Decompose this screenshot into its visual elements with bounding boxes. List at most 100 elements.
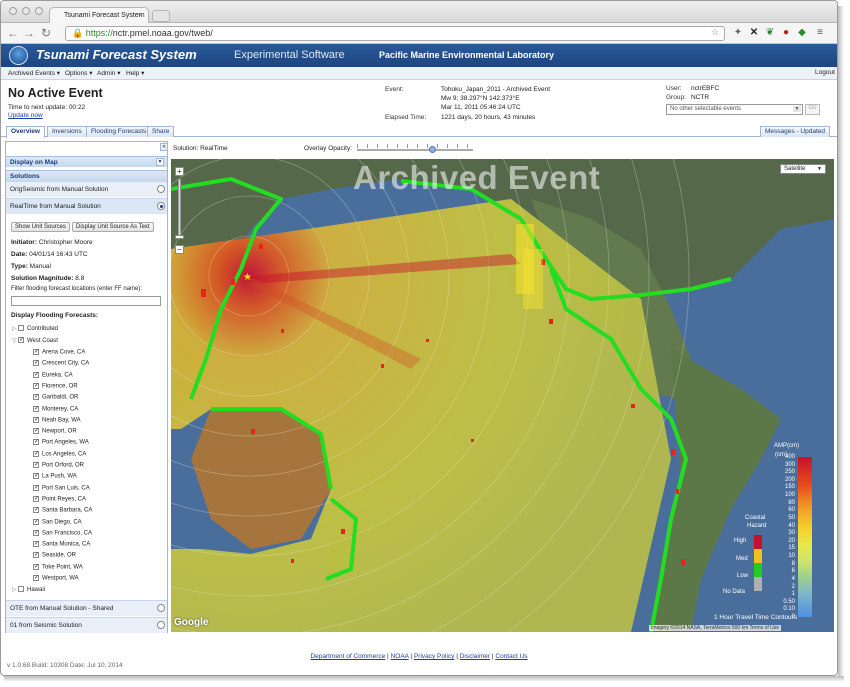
- new-tab-button[interactable]: [152, 10, 170, 22]
- flooding-location-item[interactable]: Santa Barbara, CA: [33, 506, 92, 514]
- flooding-location-item[interactable]: Florence, OR: [33, 382, 78, 389]
- chevron-down-icon[interactable]: ▼: [156, 158, 164, 166]
- flooding-location-item[interactable]: San Diego, CA: [33, 518, 82, 525]
- map-type-select[interactable]: Satellite ▼: [780, 164, 826, 174]
- flooding-location-item[interactable]: Arena Cove, CA: [33, 348, 85, 356]
- footer-link-commerce[interactable]: Department of Commerce: [310, 653, 385, 660]
- flooding-location-item[interactable]: Eureka, CA: [33, 371, 73, 378]
- flooding-location-item[interactable]: Neah Bay, WA: [33, 416, 81, 423]
- location-checkbox[interactable]: [33, 506, 39, 514]
- display-on-map-header[interactable]: Display on Map ▼: [6, 156, 167, 167]
- forward-icon[interactable]: →: [23, 26, 35, 40]
- opacity-slider[interactable]: [357, 144, 473, 153]
- flooding-location-item[interactable]: San Francisco, CA: [33, 529, 92, 536]
- adblock-icon[interactable]: ●: [779, 26, 793, 40]
- event-select[interactable]: No other selectable events: [666, 104, 803, 115]
- checkbox-hawaii[interactable]: [18, 586, 24, 593]
- filter-input[interactable]: [11, 296, 161, 306]
- puzzle-icon[interactable]: ◆: [795, 26, 809, 40]
- solution-origseismic[interactable]: OrigSeismic from Manual Solution: [6, 181, 167, 197]
- address-bar[interactable]: 🔒 https://nctr.pmel.noaa.gov/tweb/ ☆: [65, 26, 725, 41]
- opacity-slider-handle[interactable]: [429, 146, 436, 153]
- solution-seismic-01-radio[interactable]: [157, 621, 165, 629]
- reload-icon[interactable]: ↻: [41, 26, 51, 40]
- location-checkbox[interactable]: [33, 495, 39, 502]
- flooding-location-item[interactable]: Newport, OR: [33, 427, 77, 435]
- flooding-location-item[interactable]: Monterey, CA: [33, 405, 78, 412]
- zoom-out-button[interactable]: −: [175, 245, 184, 254]
- tsunami-map[interactable]: ★ Archived Event + − Satellite ▼ AMP(cm)…: [171, 159, 834, 632]
- menu-archived-events[interactable]: Archived Events ▾: [8, 69, 60, 77]
- location-checkbox[interactable]: [33, 518, 39, 525]
- solution-realtime[interactable]: RealTime from Manual Solution: [6, 198, 167, 214]
- location-checkbox[interactable]: [33, 438, 39, 446]
- update-now-link[interactable]: Update now: [8, 112, 43, 119]
- location-checkbox[interactable]: [33, 348, 39, 355]
- location-checkbox[interactable]: [33, 371, 39, 378]
- display-unit-source-text-button[interactable]: Display Unit Source As Text: [72, 222, 154, 232]
- close-window-icon[interactable]: [9, 7, 17, 15]
- tab-messages[interactable]: Messages - Updated: [760, 126, 830, 137]
- solution-seismic-01[interactable]: 01 from Seismic Solution: [6, 617, 167, 633]
- location-checkbox[interactable]: [33, 529, 39, 536]
- location-checkbox[interactable]: [33, 405, 39, 412]
- footer-link-contact[interactable]: Contact Us: [495, 653, 527, 660]
- collapse-sidebar-icon[interactable]: «: [160, 143, 168, 151]
- flooding-location-item[interactable]: Garibaldi, OR: [33, 393, 78, 401]
- minimize-window-icon[interactable]: [22, 7, 30, 15]
- zoom-in-button[interactable]: +: [175, 167, 184, 176]
- zoom-window-icon[interactable]: [35, 7, 43, 15]
- flooding-location-item[interactable]: Port Angeles, WA: [33, 438, 89, 446]
- location-checkbox[interactable]: [33, 461, 39, 468]
- checkbox-west-coast[interactable]: [18, 336, 24, 344]
- menu-icon[interactable]: ≡: [813, 26, 827, 40]
- location-checkbox[interactable]: [33, 484, 39, 491]
- location-checkbox[interactable]: [33, 551, 39, 559]
- show-unit-sources-button[interactable]: Show Unit Sources: [11, 222, 71, 232]
- location-checkbox[interactable]: [33, 450, 39, 457]
- location-checkbox[interactable]: [33, 416, 39, 423]
- location-checkbox[interactable]: [33, 359, 39, 367]
- checkbox-contributed[interactable]: [18, 325, 24, 332]
- footer-link-privacy[interactable]: Privacy Policy: [414, 653, 454, 660]
- tab-flooding-forecasts[interactable]: Flooding Forecasts: [86, 126, 152, 137]
- tree-hawaii[interactable]: ▷ Hawaii: [12, 586, 45, 593]
- flooding-location-item[interactable]: Santa Monica, CA: [33, 540, 90, 548]
- solution-ote[interactable]: OTE from Manual Solution - Shared: [6, 600, 167, 616]
- close-tab-icon[interactable]: ×: [138, 12, 142, 19]
- location-checkbox[interactable]: [33, 427, 39, 435]
- flooding-location-item[interactable]: La Push, WA: [33, 472, 77, 480]
- footer-link-noaa[interactable]: NOAA: [391, 653, 409, 660]
- flooding-location-item[interactable]: Seaside, OR: [33, 551, 76, 559]
- flooding-location-item[interactable]: Westport, WA: [33, 574, 79, 582]
- flooding-location-item[interactable]: Point Reyes, CA: [33, 495, 86, 502]
- menu-options[interactable]: Options ▾: [65, 69, 92, 77]
- zoom-slider[interactable]: [178, 179, 181, 239]
- tab-share[interactable]: Share: [147, 126, 175, 137]
- location-checkbox[interactable]: [33, 382, 39, 389]
- logout-link[interactable]: Logout: [815, 69, 835, 76]
- menu-help[interactable]: Help ▾: [126, 69, 144, 77]
- zoom-slider-handle[interactable]: [175, 235, 184, 239]
- tab-inversions[interactable]: Inversions: [47, 126, 87, 137]
- location-checkbox[interactable]: [33, 540, 39, 548]
- solution-ote-radio[interactable]: [157, 604, 165, 612]
- location-checkbox[interactable]: [33, 393, 39, 401]
- bookmark-star-icon[interactable]: ☆: [711, 27, 719, 38]
- location-checkbox[interactable]: [33, 574, 39, 581]
- solution-origseismic-radio[interactable]: [157, 185, 165, 193]
- flooding-location-item[interactable]: Crescent City, CA: [33, 359, 89, 367]
- flooding-location-item[interactable]: Toke Point, WA: [33, 563, 83, 570]
- flooding-location-item[interactable]: Los Angeles, CA: [33, 450, 86, 457]
- location-checkbox[interactable]: [33, 563, 39, 570]
- flooding-location-item[interactable]: Port Orford, OR: [33, 461, 84, 469]
- browser-tab[interactable]: Tsunami Forecast System ×: [49, 7, 149, 24]
- back-icon[interactable]: ←: [7, 26, 19, 40]
- tree-contributed[interactable]: ▷ Contributed: [12, 325, 58, 332]
- flooding-location-item[interactable]: Port San Luis, CA: [33, 484, 90, 491]
- evernote-icon[interactable]: ❦: [763, 26, 777, 40]
- extension-icon[interactable]: ✦: [731, 26, 745, 40]
- tree-west-coast[interactable]: ▽West Coast: [12, 336, 58, 344]
- footer-link-disclaimer[interactable]: Disclaimer: [460, 653, 490, 660]
- location-checkbox[interactable]: [33, 472, 39, 480]
